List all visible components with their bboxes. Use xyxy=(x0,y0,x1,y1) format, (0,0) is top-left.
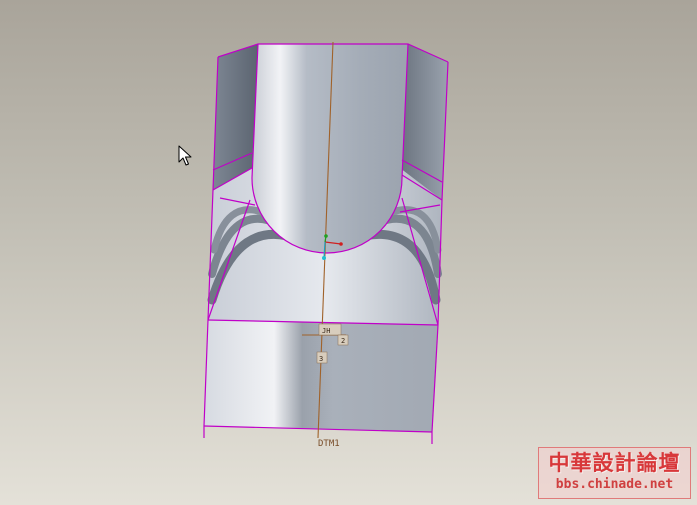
watermark-url: bbs.chinade.net xyxy=(555,477,674,492)
datum-tag-small-right[interactable]: 2 xyxy=(337,334,349,346)
watermark-title: 中華設計論壇 xyxy=(548,450,681,475)
datum-tag-small-left-text: 3 xyxy=(319,355,323,363)
arrow-pointer-icon xyxy=(178,145,192,166)
datum-tag-upper-text: JH xyxy=(322,327,330,335)
datum-tag-upper[interactable]: JH xyxy=(318,323,342,336)
graphics-viewport[interactable]: JH 2 3 DTM1 xyxy=(0,0,697,505)
datum-tag-small-right-text: 2 xyxy=(341,337,345,345)
u-slot-face[interactable] xyxy=(252,44,408,253)
datum-tag-small-left[interactable]: 3 xyxy=(316,351,328,364)
model-3d-view[interactable]: JH 2 3 DTM1 xyxy=(0,0,697,505)
forum-watermark: 中華設計論壇 bbs.chinade.net xyxy=(538,447,691,499)
datum-label[interactable]: DTM1 xyxy=(318,439,340,449)
bottom-block-face[interactable] xyxy=(204,320,438,432)
